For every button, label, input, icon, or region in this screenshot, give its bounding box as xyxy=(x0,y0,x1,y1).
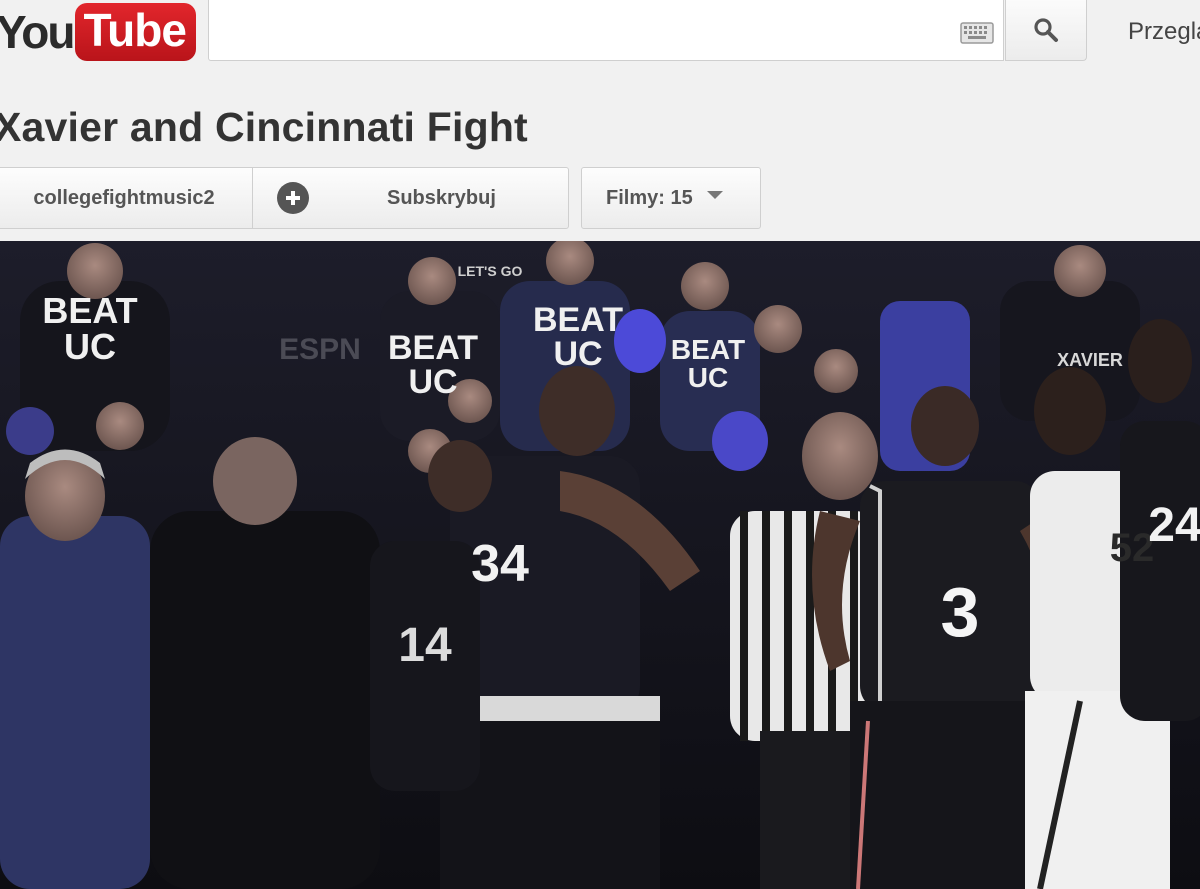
channel-name-label: collegefightmusic2 xyxy=(33,186,215,209)
youtube-logo[interactable]: You Tube xyxy=(0,0,196,68)
jersey-number: 24 xyxy=(1148,499,1200,552)
shirt-small-text: LET'S GO xyxy=(458,263,523,279)
subscribe-label: Subskrybuj xyxy=(387,186,496,209)
keyboard-icon[interactable] xyxy=(960,22,994,44)
plus-circle-icon xyxy=(277,182,309,214)
logo-tube-text: Tube xyxy=(75,3,196,61)
shirt-text: BEAT xyxy=(42,290,137,331)
search-icon xyxy=(1034,18,1058,42)
shirt-text: UC xyxy=(553,335,602,373)
search-input[interactable] xyxy=(208,0,1004,61)
espn-banner-text: ESPN xyxy=(279,333,361,366)
logo-you-text: You xyxy=(0,6,75,58)
jersey-number: 34 xyxy=(471,535,529,593)
videos-count-label: Filmy: 15 xyxy=(606,186,693,209)
search-button[interactable] xyxy=(1005,0,1087,61)
jersey-number: 14 xyxy=(398,619,452,672)
shirt-text: BEAT xyxy=(533,301,623,339)
video-title: Xavier and Cincinnati Fight xyxy=(0,104,528,150)
shirt-text: UC xyxy=(688,362,728,393)
channel-name-button[interactable]: collegefightmusic2 xyxy=(0,167,253,229)
video-player[interactable]: BEAT UC BEAT UC BEAT UC BEAT UC ESPN LET'S GO XAVI… xyxy=(0,241,1200,889)
shirt-text: BEAT xyxy=(671,334,745,365)
shirt-text: UC xyxy=(64,326,116,367)
videos-dropdown-button[interactable]: Filmy: 15 xyxy=(581,167,761,229)
jersey-number: 3 xyxy=(941,573,980,651)
browse-link[interactable]: Przeglądaj xyxy=(1128,18,1200,46)
video-frame: BEATUC BEATUCBEATUC BEATUCESPNLET'S GOXAVI… xyxy=(0,241,1200,889)
shirt-text: BEAT xyxy=(388,329,478,367)
caret-down-icon xyxy=(706,191,723,199)
subscribe-button[interactable]: Subskrybuj xyxy=(252,167,569,229)
shirt-small-text: XAVIER xyxy=(1057,350,1123,370)
shirt-text: UC xyxy=(408,363,457,401)
